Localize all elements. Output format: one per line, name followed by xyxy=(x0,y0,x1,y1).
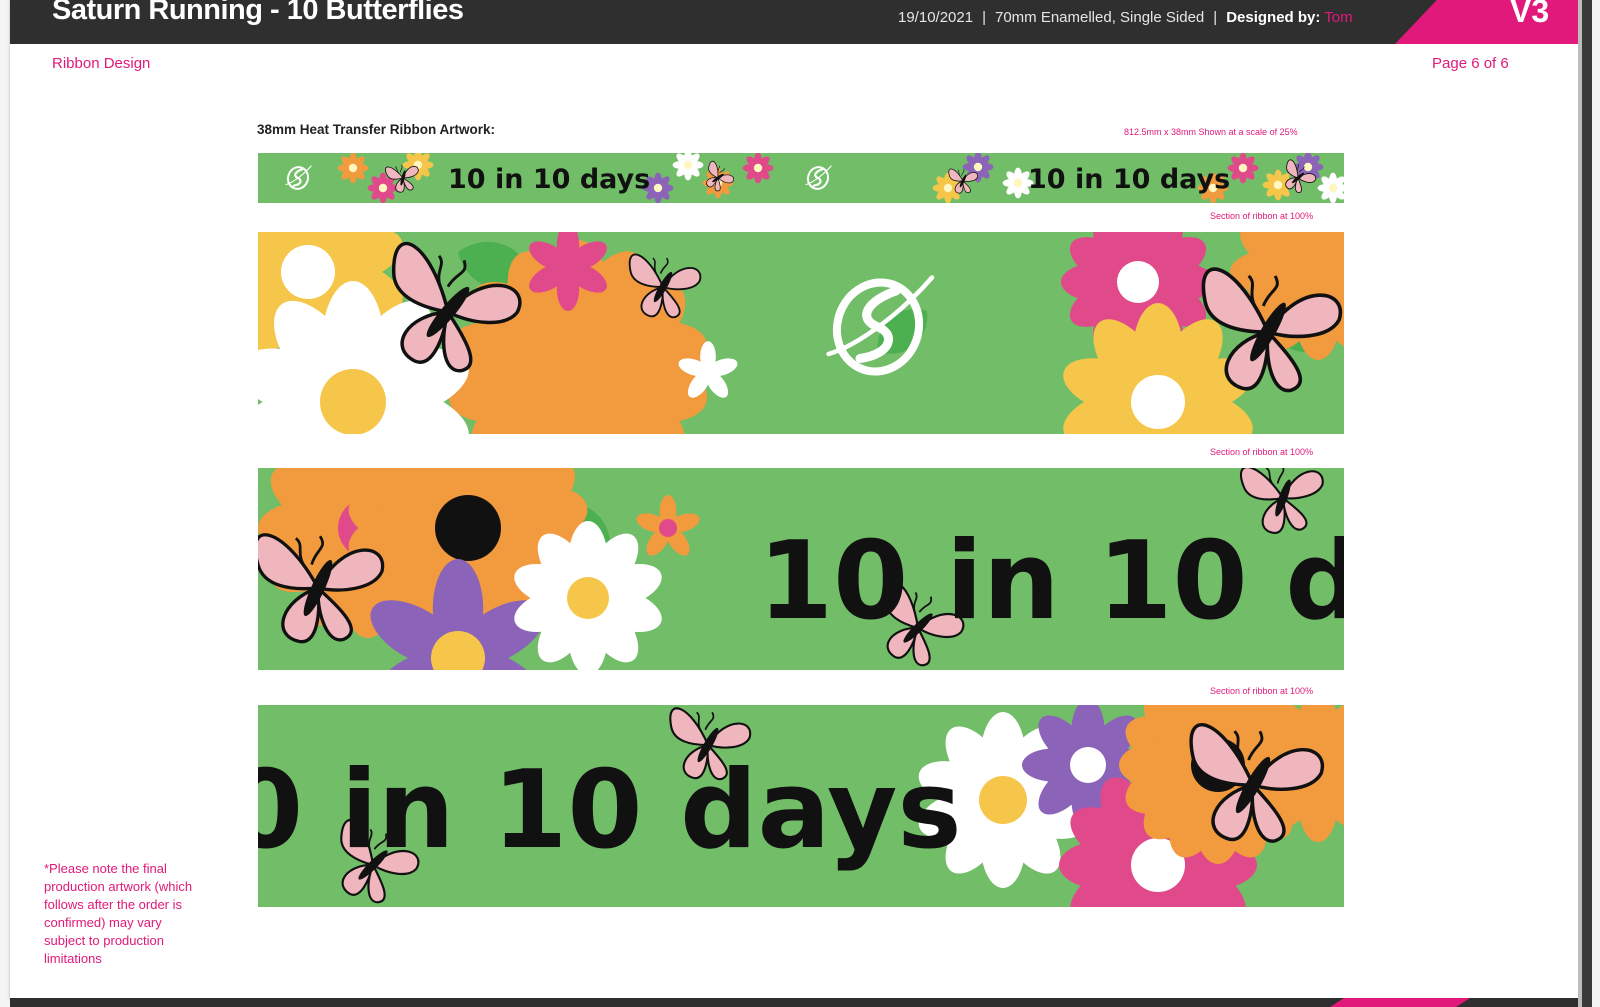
saturn-logo-icon xyxy=(285,165,312,190)
production-disclaimer: *Please note the final production artwor… xyxy=(44,861,193,966)
designer-name: Tom xyxy=(1324,9,1353,26)
header-date: 19/10/2021 xyxy=(898,9,974,26)
flower-graphic xyxy=(1317,172,1344,203)
slogan-text-large-2: 0 in 10 days xyxy=(258,748,962,873)
section-note-3: Section of ribbon at 100% xyxy=(1210,686,1314,696)
viewer-scrollbar[interactable] xyxy=(1582,0,1592,1007)
header-meta: 19/10/2021 | 70mm Enamelled, Single Sided |… xyxy=(898,9,1353,26)
ribbon-full-preview: 10 in 10 days 10 in 10 days xyxy=(258,153,1344,203)
saturn-logo-icon xyxy=(826,275,935,376)
slogan-text-2: 10 in 10 days xyxy=(1028,164,1230,195)
artwork-label: 38mm Heat Transfer Ribbon Artwork: xyxy=(257,122,496,137)
flower-graphic xyxy=(636,495,700,556)
document-title: Saturn Running - 10 Butterflies xyxy=(52,0,464,26)
flower-graphic xyxy=(742,153,774,184)
saturn-logo-icon xyxy=(805,165,832,190)
slogan-text-large-1: 10 in 10 day xyxy=(758,519,1344,644)
footer-accent xyxy=(1330,998,1470,1007)
flower-graphic xyxy=(1227,153,1259,184)
section-title: Ribbon Design xyxy=(52,55,151,72)
slogan-text-1: 10 in 10 days xyxy=(448,164,650,195)
document-header: Saturn Running - 10 Butterflies 19/10/20… xyxy=(10,0,1578,44)
version-tab xyxy=(1395,0,1578,44)
ribbon-section-logo xyxy=(258,232,1344,434)
header-spec: 70mm Enamelled, Single Sided xyxy=(994,9,1205,26)
designed-by-label: Designed by: xyxy=(1226,9,1321,26)
flower-graphic xyxy=(337,153,369,184)
flower-graphic xyxy=(672,153,704,181)
ribbon-section-slogan-end: 0 in 10 days xyxy=(258,705,1344,907)
page-number: Page 6 of 6 xyxy=(1432,55,1509,72)
section-note-1: Section of ribbon at 100% xyxy=(1210,211,1314,221)
section-note-2: Section of ribbon at 100% xyxy=(1210,447,1314,457)
ribbon-section-slogan-start: 10 in 10 day xyxy=(258,468,1344,670)
version-label: V3 xyxy=(1510,0,1550,29)
scale-note: 812.5mm x 38mm Shown at a scale of 25% xyxy=(1124,127,1298,137)
